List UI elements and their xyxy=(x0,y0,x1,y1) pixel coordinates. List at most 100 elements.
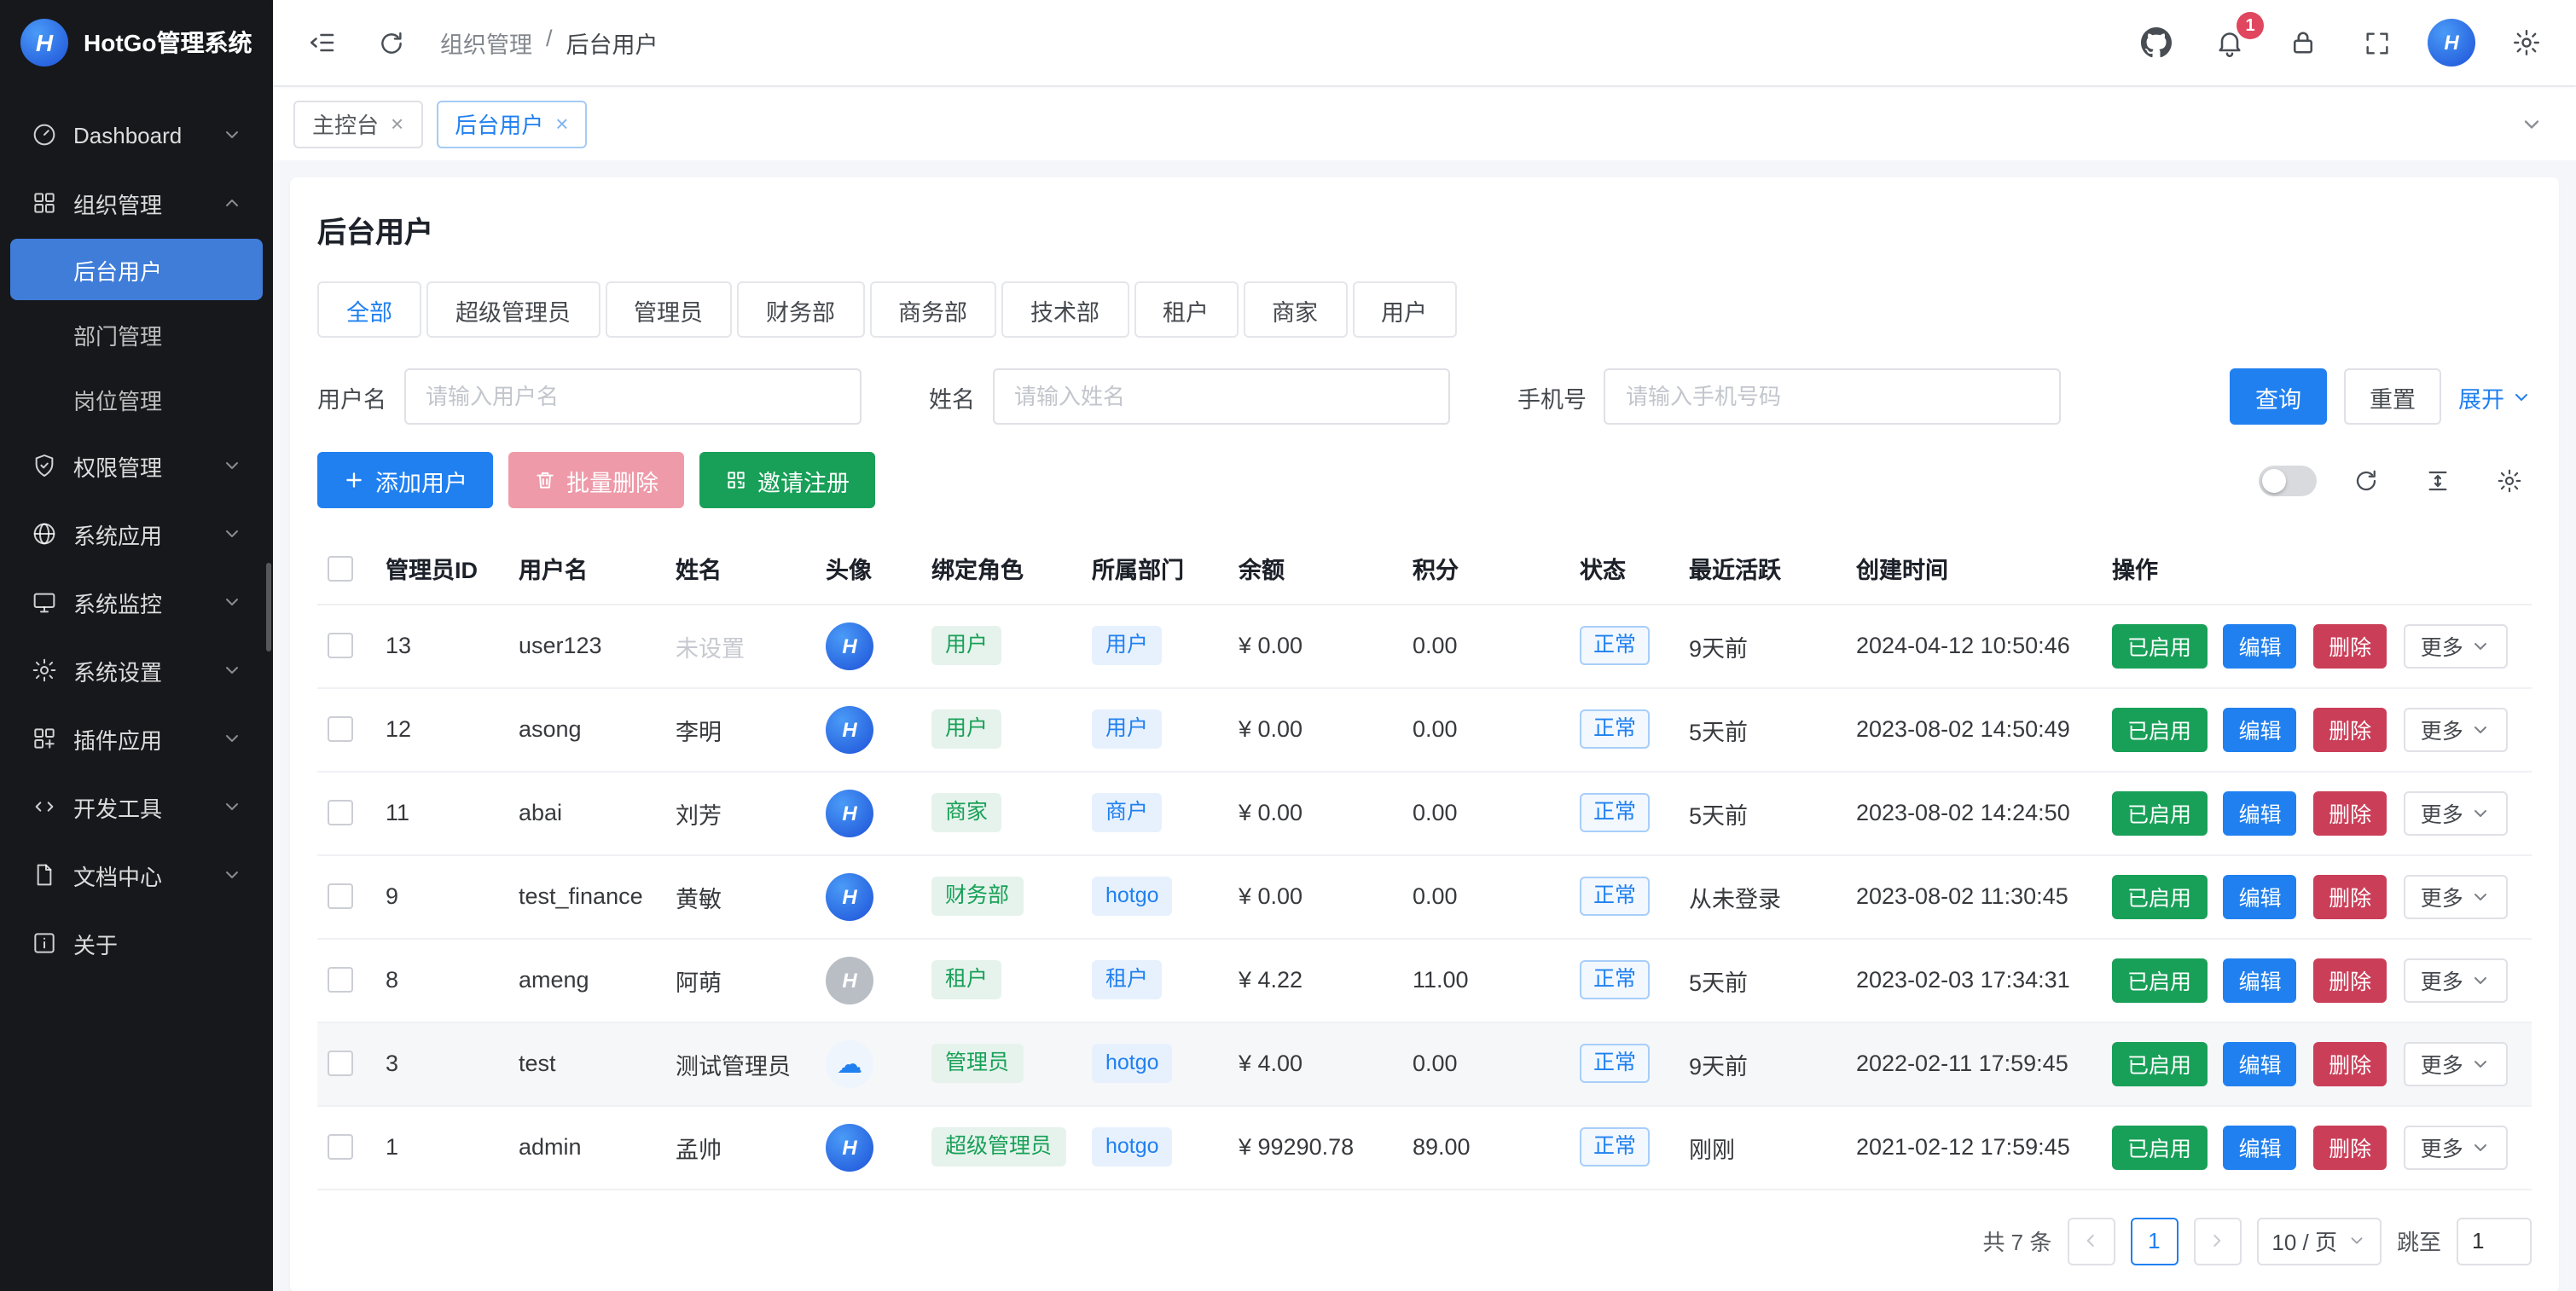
enabled-button[interactable]: 已启用 xyxy=(2112,874,2207,918)
enabled-button[interactable]: 已启用 xyxy=(2112,790,2207,835)
add-user-button[interactable]: 添加用户 xyxy=(317,452,493,508)
github-button[interactable] xyxy=(2134,20,2179,65)
add-user-label: 添加用户 xyxy=(375,463,467,497)
row-checkbox[interactable] xyxy=(328,634,353,659)
theme-settings-button[interactable] xyxy=(2504,20,2549,65)
striped-toggle[interactable] xyxy=(2259,465,2317,495)
username-input[interactable] xyxy=(403,368,861,425)
edit-button[interactable]: 编辑 xyxy=(2224,707,2297,751)
delete-button[interactable]: 删除 xyxy=(2313,1041,2387,1085)
invite-register-button[interactable]: 邀请注册 xyxy=(699,452,875,508)
enabled-button[interactable]: 已启用 xyxy=(2112,707,2207,751)
sidebar-item-org[interactable]: 组织管理 xyxy=(10,171,263,235)
sidebar-item-docs[interactable]: 文档中心 xyxy=(10,842,263,907)
select-all-checkbox[interactable] xyxy=(328,555,353,581)
workspace-tab-console[interactable]: 主控台 × xyxy=(293,100,422,148)
role-tab-2[interactable]: 管理员 xyxy=(605,281,732,338)
workspace-tab-backend-users[interactable]: 后台用户 × xyxy=(436,100,587,148)
sidebar-item-post-mgmt[interactable]: 岗位管理 xyxy=(10,368,263,430)
expand-button[interactable]: 展开 xyxy=(2458,379,2532,414)
delete-button[interactable]: 删除 xyxy=(2313,1125,2387,1169)
sidebar-item-settings[interactable]: 系统设置 xyxy=(10,638,263,703)
next-page-button[interactable] xyxy=(2193,1217,2241,1265)
fullscreen-button[interactable] xyxy=(2354,20,2399,65)
sidebar-item-auth[interactable]: 权限管理 xyxy=(10,433,263,498)
role-tab-0[interactable]: 全部 xyxy=(317,281,421,338)
role-tab-5[interactable]: 技术部 xyxy=(1001,281,1128,338)
more-button[interactable]: 更多 xyxy=(2404,790,2508,835)
role-tab-1[interactable]: 超级管理员 xyxy=(426,281,600,338)
delete-button[interactable]: 删除 xyxy=(2313,874,2387,918)
enabled-button[interactable]: 已启用 xyxy=(2112,958,2207,1002)
batch-delete-button[interactable]: 批量删除 xyxy=(508,452,684,508)
sidebar-item-dashboard[interactable]: Dashboard xyxy=(10,102,263,167)
edit-button[interactable]: 编辑 xyxy=(2224,874,2297,918)
more-button[interactable]: 更多 xyxy=(2404,623,2508,668)
close-icon[interactable]: × xyxy=(391,111,403,136)
edit-button[interactable]: 编辑 xyxy=(2224,790,2297,835)
row-checkbox[interactable] xyxy=(328,1051,353,1077)
edit-button[interactable]: 编辑 xyxy=(2224,1125,2297,1169)
row-checkbox[interactable] xyxy=(328,968,353,993)
sidebar-item-backend-users[interactable]: 后台用户 xyxy=(10,239,263,300)
name-input[interactable] xyxy=(992,368,1449,425)
role-tab-4[interactable]: 商务部 xyxy=(869,281,996,338)
more-button[interactable]: 更多 xyxy=(2404,707,2508,751)
role-tab-8[interactable]: 用户 xyxy=(1352,281,1456,338)
edit-button[interactable]: 编辑 xyxy=(2224,958,2297,1002)
notifications-button[interactable]: 1 xyxy=(2208,20,2252,65)
menu-collapse-button[interactable] xyxy=(300,20,345,65)
sidebar-item-monitor[interactable]: 系统监控 xyxy=(10,570,263,634)
more-button[interactable]: 更多 xyxy=(2404,874,2508,918)
sidebar-scrollbar[interactable] xyxy=(266,563,271,651)
sidebar-item-plugins[interactable]: 插件应用 xyxy=(10,706,263,771)
row-checkbox[interactable] xyxy=(328,884,353,910)
search-button[interactable]: 查询 xyxy=(2230,368,2327,425)
enabled-button[interactable]: 已启用 xyxy=(2112,623,2207,668)
delete-button[interactable]: 删除 xyxy=(2313,623,2387,668)
sidebar-item-devtools[interactable]: 开发工具 xyxy=(10,774,263,839)
reload-table-button[interactable] xyxy=(2344,458,2388,502)
prev-page-button[interactable] xyxy=(2067,1217,2115,1265)
org-grid-icon xyxy=(31,189,58,217)
role-tab-7[interactable]: 商家 xyxy=(1243,281,1347,338)
reset-button[interactable]: 重置 xyxy=(2344,368,2441,425)
more-button[interactable]: 更多 xyxy=(2404,1125,2508,1169)
edit-button[interactable]: 编辑 xyxy=(2224,1041,2297,1085)
row-checkbox[interactable] xyxy=(328,717,353,743)
breadcrumb-parent[interactable]: 组织管理 xyxy=(440,26,532,60)
tabbar-collapse-button[interactable] xyxy=(2508,100,2556,148)
enabled-button[interactable]: 已启用 xyxy=(2112,1041,2207,1085)
sidebar-item-about[interactable]: 关于 xyxy=(10,911,263,975)
refresh-page-button[interactable] xyxy=(368,20,413,65)
role-tab-6[interactable]: 租户 xyxy=(1134,281,1238,338)
delete-button[interactable]: 删除 xyxy=(2313,958,2387,1002)
plugin-grid-icon xyxy=(31,725,58,752)
app-logo[interactable]: H HotGo管理系统 xyxy=(0,0,273,85)
delete-button[interactable]: 删除 xyxy=(2313,707,2387,751)
phone-input[interactable] xyxy=(1604,368,2061,425)
page-number-button[interactable]: 1 xyxy=(2130,1217,2178,1265)
page-size-select[interactable]: 10 / 页 xyxy=(2256,1217,2382,1265)
edit-button[interactable]: 编辑 xyxy=(2224,623,2297,668)
close-icon[interactable]: × xyxy=(555,111,568,136)
delete-button[interactable]: 删除 xyxy=(2313,790,2387,835)
cell-admin-id: 8 xyxy=(375,938,508,1022)
role-tab-3[interactable]: 财务部 xyxy=(737,281,864,338)
more-button[interactable]: 更多 xyxy=(2404,1041,2508,1085)
cell-name: 孟帅 xyxy=(665,1105,815,1189)
sidebar-item-apps[interactable]: 系统应用 xyxy=(10,501,263,566)
cell-balance: ¥ 0.00 xyxy=(1228,604,1402,687)
more-button[interactable]: 更多 xyxy=(2404,958,2508,1002)
enabled-button[interactable]: 已启用 xyxy=(2112,1125,2207,1169)
density-button[interactable] xyxy=(2416,458,2460,502)
jump-page-input[interactable] xyxy=(2457,1217,2532,1265)
gear-icon xyxy=(2496,466,2523,494)
lock-screen-button[interactable] xyxy=(2281,20,2325,65)
user-avatar[interactable]: H xyxy=(2428,19,2475,67)
sidebar-item-dept-mgmt[interactable]: 部门管理 xyxy=(10,304,263,365)
row-checkbox[interactable] xyxy=(328,1135,353,1161)
row-checkbox[interactable] xyxy=(328,801,353,826)
actions-cell: 已启用 编辑 删除 更多 xyxy=(2102,854,2532,938)
column-settings-button[interactable] xyxy=(2487,458,2532,502)
